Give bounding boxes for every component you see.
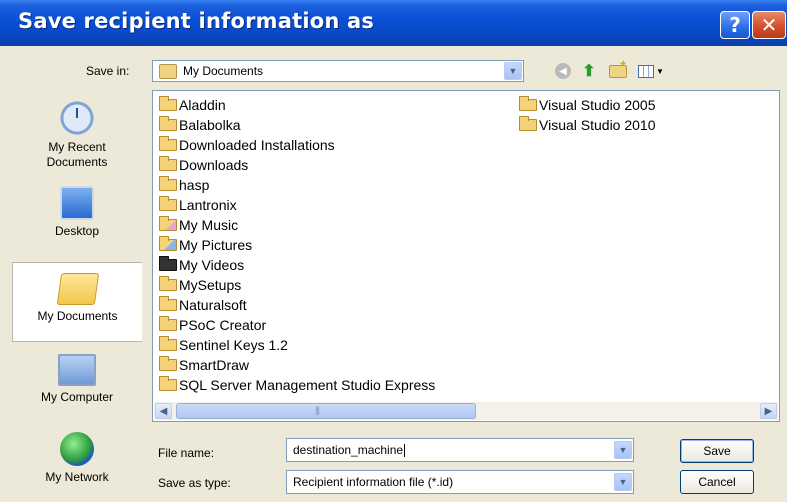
my-documents-small-icon [159, 64, 177, 79]
place-label: My Documents [37, 309, 118, 323]
cancel-button[interactable]: Cancel [680, 470, 754, 494]
title-bar[interactable]: Save recipient information as ? ✕ [0, 0, 787, 46]
chevron-down-icon[interactable]: ▼ [614, 441, 632, 459]
list-item[interactable]: Visual Studio 2010 [519, 115, 656, 135]
place-label: Desktop [54, 224, 100, 238]
chevron-down-icon[interactable]: ▼ [614, 473, 632, 491]
views-menu-button[interactable]: ▼ [636, 60, 666, 82]
list-item[interactable]: Aladdin [159, 95, 226, 115]
folder-icon [159, 336, 177, 351]
up-folder-icon: ⬆ [582, 63, 596, 80]
folder-icon [159, 356, 177, 371]
music-folder-icon [159, 216, 177, 231]
list-item[interactable]: Balabolka [159, 115, 241, 135]
list-item[interactable]: SQL Server Management Studio Express [159, 375, 435, 395]
place-label: My Computer [40, 390, 114, 404]
file-name-value: destination_machine [293, 443, 404, 457]
list-item[interactable]: My Pictures [159, 235, 252, 255]
save-in-dropdown[interactable]: My Documents ▼ [152, 60, 524, 82]
scroll-thumb[interactable] [176, 403, 476, 419]
list-item[interactable]: SmartDraw [159, 355, 249, 375]
save-as-type-dropdown[interactable]: Recipient information file (*.id) ▼ [286, 470, 634, 494]
folder-icon [159, 196, 177, 211]
help-button[interactable]: ? [720, 11, 750, 39]
folder-icon [159, 276, 177, 291]
place-my-computer[interactable]: My Computer [12, 354, 142, 404]
save-dialog: Save recipient information as ? ✕ Save i… [0, 0, 787, 502]
place-my-documents[interactable]: My Documents [12, 262, 142, 342]
list-item[interactable]: Downloaded Installations [159, 135, 335, 155]
window-title: Save recipient information as [18, 9, 375, 33]
my-documents-icon [56, 273, 99, 305]
folder-icon [159, 116, 177, 131]
list-item[interactable]: Visual Studio 2005 [519, 95, 656, 115]
file-name-input[interactable]: destination_machine ▼ [286, 438, 634, 462]
back-button[interactable]: ◀ [552, 60, 574, 82]
place-my-recent-documents[interactable]: My Recent Documents [12, 96, 142, 170]
scroll-right-icon[interactable]: ▶ [760, 403, 777, 419]
save-button[interactable]: Save [680, 439, 754, 463]
list-item[interactable]: Sentinel Keys 1.2 [159, 335, 288, 355]
places-bar: My Recent Documents Desktop My Documents… [12, 86, 142, 502]
close-button[interactable]: ✕ [752, 11, 786, 39]
chevron-down-icon: ▼ [656, 66, 664, 76]
my-computer-icon [58, 354, 96, 386]
scroll-left-icon[interactable]: ◀ [155, 403, 172, 419]
folder-icon [159, 376, 177, 391]
up-folder-button[interactable]: ⬆ [578, 60, 600, 82]
folder-icon [159, 96, 177, 111]
place-label: My Network [45, 470, 109, 484]
recent-documents-icon [57, 96, 97, 136]
folder-icon [159, 156, 177, 171]
folder-icon [159, 136, 177, 151]
list-item[interactable]: My Music [159, 215, 238, 235]
list-item[interactable]: PSoC Creator [159, 315, 266, 335]
folder-icon [519, 96, 537, 111]
back-icon: ◀ [555, 63, 571, 79]
horizontal-scrollbar[interactable]: ◀ ▶ [154, 402, 778, 420]
views-menu-icon [638, 64, 655, 78]
save-in-value: My Documents [183, 64, 264, 78]
place-desktop[interactable]: Desktop [12, 186, 142, 238]
list-item[interactable]: Lantronix [159, 195, 237, 215]
folder-icon [159, 316, 177, 331]
chevron-down-icon[interactable]: ▼ [504, 62, 522, 80]
list-item[interactable]: Naturalsoft [159, 295, 247, 315]
text-cursor [404, 444, 406, 458]
save-as-type-label: Save as type: [158, 476, 231, 490]
list-item[interactable]: hasp [159, 175, 209, 195]
desktop-icon [60, 186, 94, 220]
file-name-label: File name: [158, 446, 215, 460]
videos-folder-icon [159, 256, 177, 271]
folder-icon [519, 116, 537, 131]
new-folder-button[interactable] [606, 59, 630, 82]
list-item[interactable]: Downloads [159, 155, 248, 175]
save-in-label: Save in: [86, 64, 130, 78]
folder-icon [159, 176, 177, 191]
list-item[interactable]: MySetups [159, 275, 241, 295]
pictures-folder-icon [159, 236, 177, 251]
my-network-icon [60, 432, 94, 466]
save-as-type-value: Recipient information file (*.id) [293, 475, 454, 489]
place-my-network[interactable]: My Network [12, 432, 142, 484]
list-item[interactable]: My Videos [159, 255, 244, 275]
place-label: My Recent Documents [46, 140, 108, 169]
file-list[interactable]: Aladdin Balabolka Downloaded Installatio… [152, 90, 780, 422]
new-folder-icon [609, 59, 627, 78]
folder-icon [159, 296, 177, 311]
